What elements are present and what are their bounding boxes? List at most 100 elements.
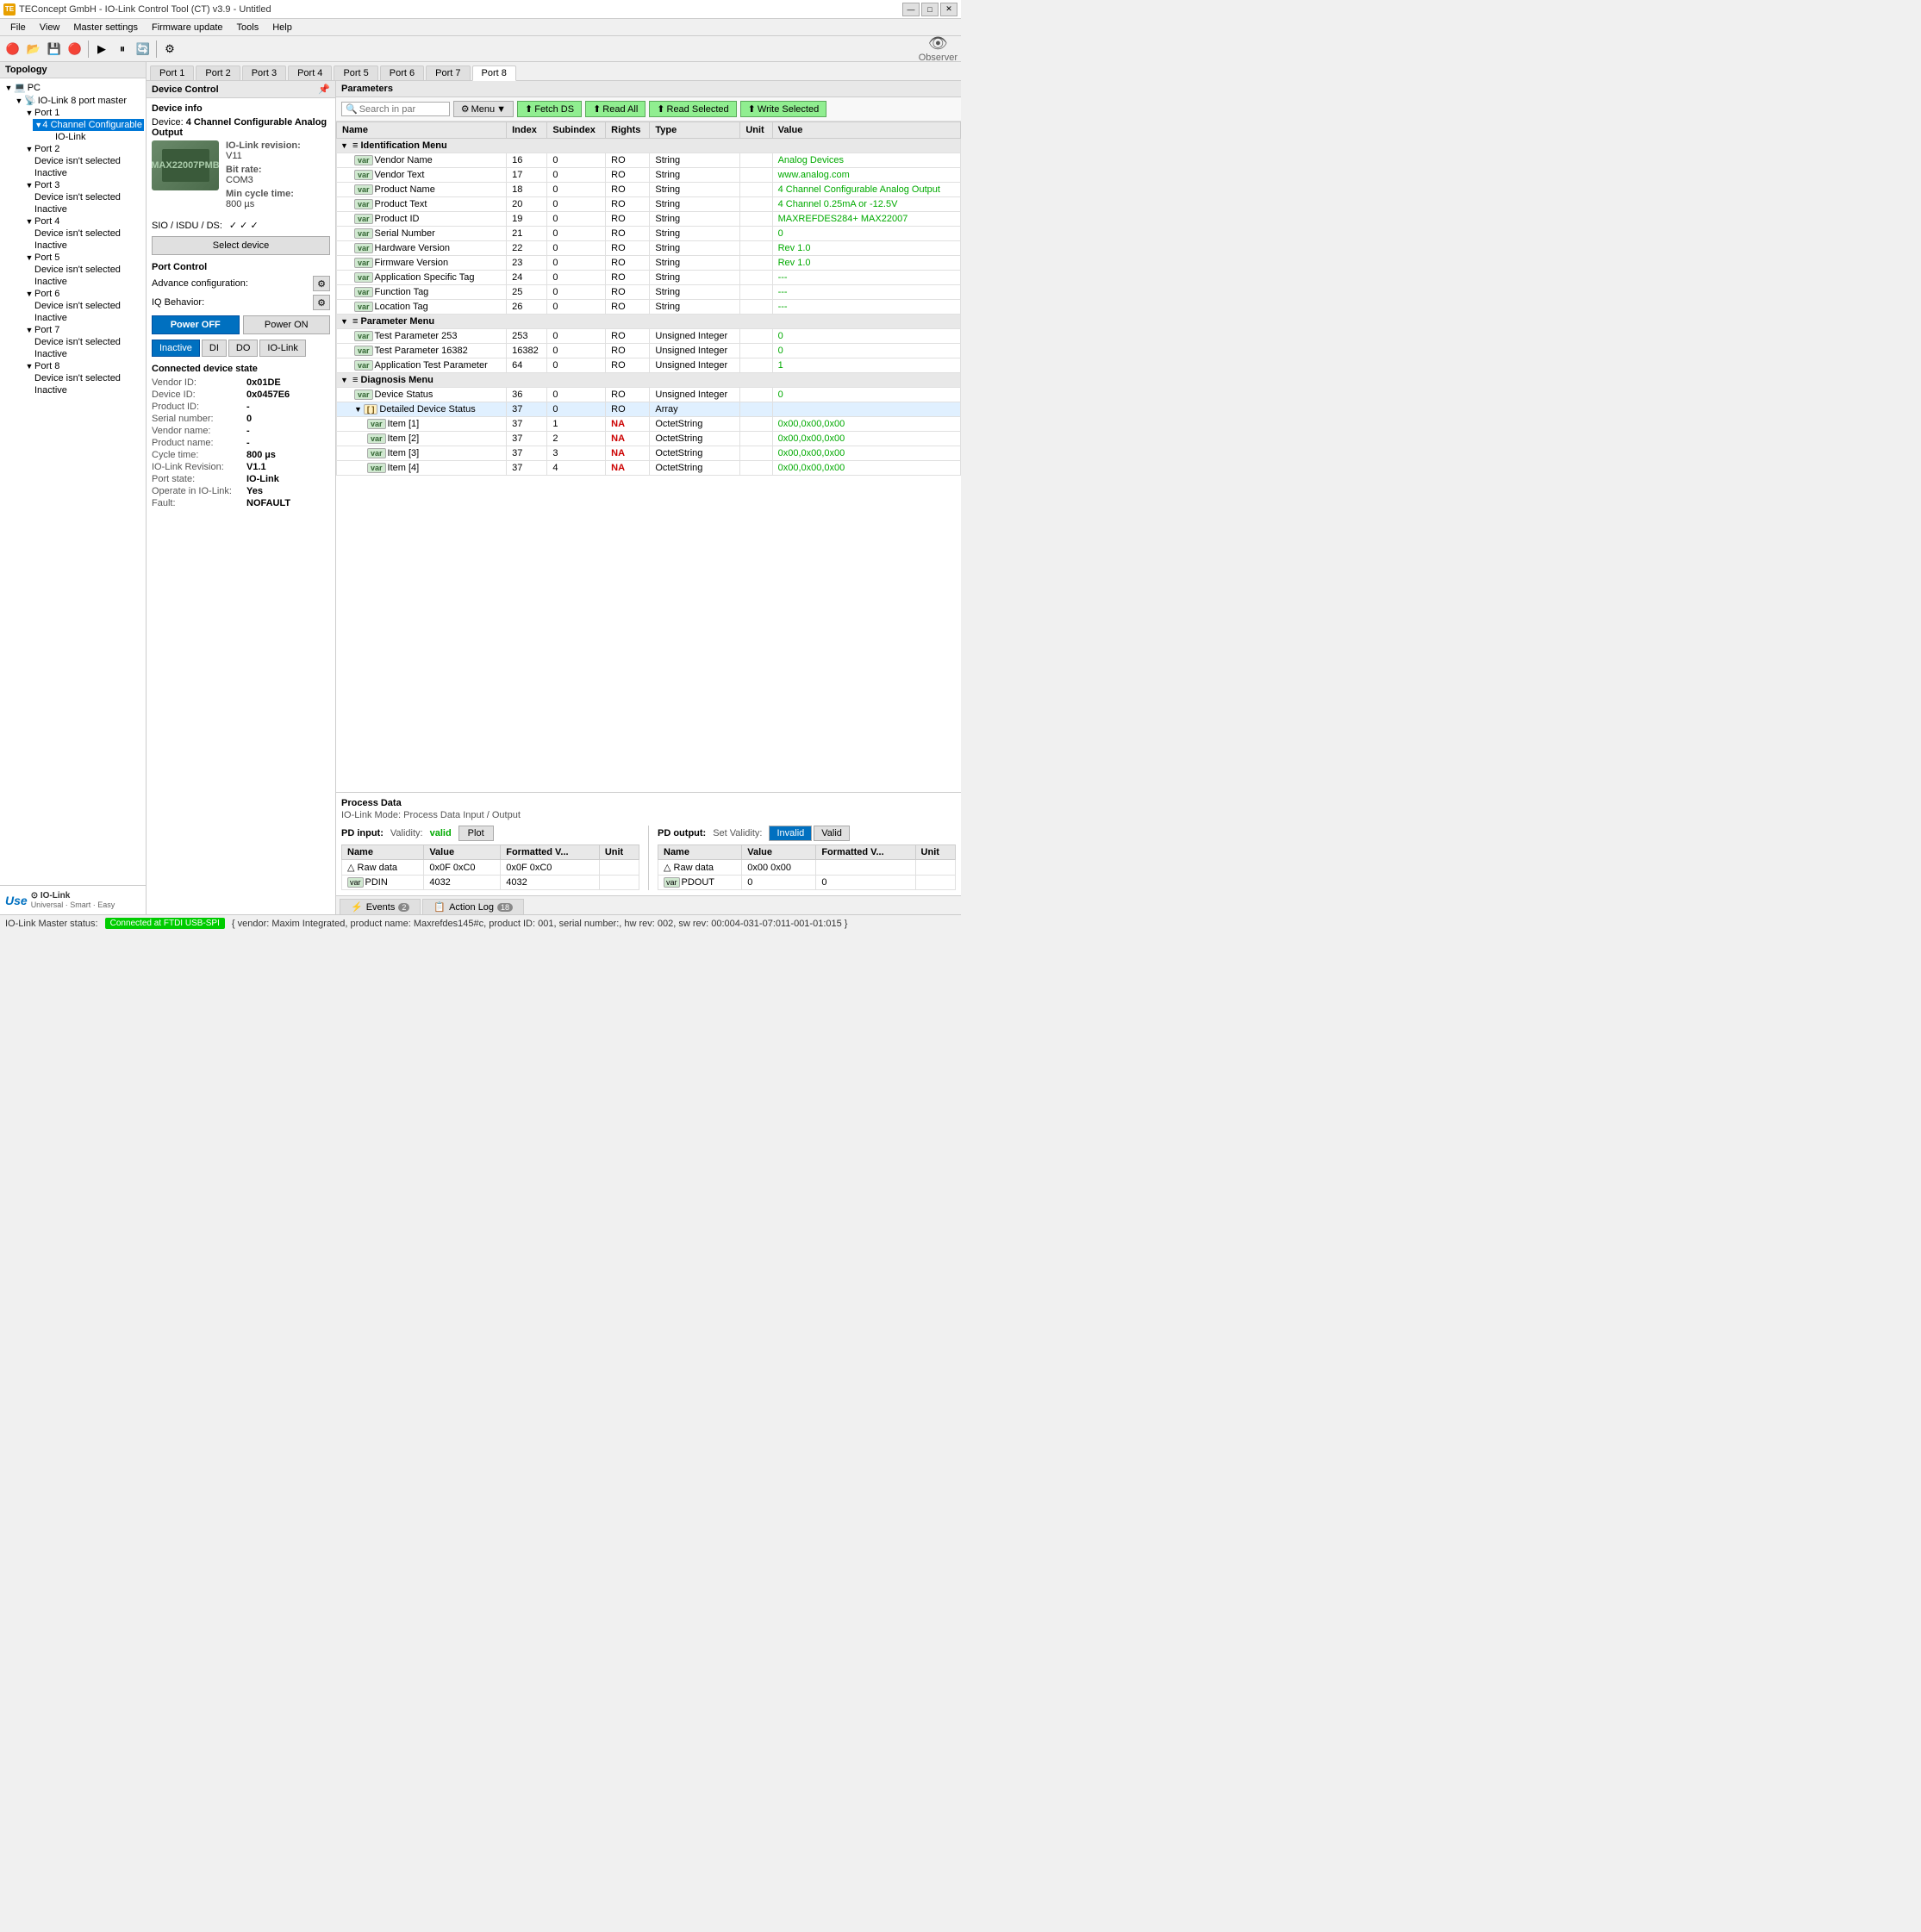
write-selected-button[interactable]: ⬆ Write Selected [740,101,827,117]
toolbar-save-btn[interactable]: 💾 [45,40,64,59]
tree-item-iolink1[interactable]: IO-Link [43,131,144,143]
read-selected-button[interactable]: ⬆ Read Selected [649,101,736,117]
menu-button[interactable]: ⚙ Menu ▼ [453,101,514,117]
power-off-button[interactable]: Power OFF [152,315,240,334]
tree-item-device6[interactable]: Device isn't selected [33,300,144,312]
menu-help[interactable]: Help [265,21,299,34]
cell-function-tag-unit [740,285,772,300]
expand-diagnosis[interactable]: ▼ [340,376,348,384]
tree-toggle-port7[interactable]: ▼ [24,326,34,334]
tree-item-port3[interactable]: ▼ Port 3 [22,179,144,191]
expand-identification[interactable]: ▼ [340,141,348,150]
tree-toggle-port4[interactable]: ▼ [24,217,34,226]
expand-parameter[interactable]: ▼ [340,317,348,326]
tree-toggle-port8[interactable]: ▼ [24,362,34,371]
bottom-tab-events[interactable]: ⚡ Events 2 [340,899,421,914]
conn-vendor-id-val: 0x01DE [246,377,281,388]
dc-header-pin-icon[interactable]: 📌 [318,84,330,95]
tree-toggle-device1[interactable]: ▼ [34,121,42,129]
toolbar-open-btn[interactable]: 📂 [24,40,43,59]
cell-item4-type: OctetString [650,461,740,476]
port-tab-7[interactable]: Port 7 [426,65,470,80]
pd-input-pdin-name: varPDIN [342,876,424,890]
menu-firmware-update[interactable]: Firmware update [145,21,230,34]
tree-toggle-port2[interactable]: ▼ [24,145,34,153]
tree-toggle-port3[interactable]: ▼ [24,181,34,190]
tree-item-device7[interactable]: Device isn't selected [33,336,144,348]
expand-dds[interactable]: ▼ [354,405,362,414]
col-type: Type [650,122,740,139]
tree-item-port6[interactable]: ▼ Port 6 [22,288,144,300]
tree-item-port4[interactable]: ▼ Port 4 [22,215,144,227]
tree-item-port7[interactable]: ▼ Port 7 [22,324,144,336]
state-tab-iolink[interactable]: IO-Link [259,340,305,357]
tree-children-port4: Device isn't selected Inactive [33,227,144,252]
pd-input-col-value: Value [424,845,501,860]
toolbar-refresh-btn[interactable]: 🔄 [134,40,153,59]
tree-toggle-port1[interactable]: ▼ [24,109,34,117]
tree-item-device3[interactable]: Device isn't selected [33,191,144,203]
port-tab-5[interactable]: Port 5 [334,65,377,80]
tree-item-port5[interactable]: ▼ Port 5 [22,252,144,264]
tree-item-port2[interactable]: ▼ Port 2 [22,143,144,155]
pd-invalid-button[interactable]: Invalid [769,826,812,841]
tree-item-port1[interactable]: ▼ Port 1 [22,107,144,119]
search-box[interactable]: 🔍 [341,102,450,116]
tree-item-inactive2[interactable]: Inactive [33,167,144,179]
toolbar-new-btn[interactable]: 🔴 [3,40,22,59]
col-value: Value [772,122,960,139]
tree-item-inactive3[interactable]: Inactive [33,203,144,215]
tree-item-pc[interactable]: ▼ 💻 PC [2,81,144,94]
tree-item-device5[interactable]: Device isn't selected [33,264,144,276]
adv-config-gear-button[interactable]: ⚙ [313,276,330,291]
tree-item-device1[interactable]: ▼ 4 Channel Configurable [33,119,144,131]
menu-view[interactable]: View [33,21,67,34]
tree-item-inactive6[interactable]: Inactive [33,312,144,324]
port-tab-6[interactable]: Port 6 [380,65,424,80]
tree-item-device4[interactable]: Device isn't selected [33,227,144,240]
cell-hw-version-rights: RO [606,241,650,256]
pd-plot-button[interactable]: Plot [458,826,494,841]
toolbar-pause-btn[interactable]: ⏸ [113,40,132,59]
port-tab-2[interactable]: Port 2 [196,65,240,80]
tree-toggle-port6[interactable]: ▼ [24,290,34,298]
menu-master-settings[interactable]: Master settings [66,21,145,34]
tree-item-port8[interactable]: ▼ Port 8 [22,360,144,372]
fetch-ds-button[interactable]: ⬆ Fetch DS [517,101,582,117]
read-all-button[interactable]: ⬆ Read All [585,101,646,117]
port-tab-8[interactable]: Port 8 [472,65,516,81]
state-tab-di[interactable]: DI [202,340,227,357]
power-on-button[interactable]: Power ON [243,315,331,334]
minimize-button[interactable]: — [902,3,920,16]
toolbar-settings-btn[interactable]: ⚙ [160,40,179,59]
tree-item-inactive7[interactable]: Inactive [33,348,144,360]
tree-item-inactive8[interactable]: Inactive [33,384,144,396]
port-tab-3[interactable]: Port 3 [242,65,286,80]
tree-toggle-port5[interactable]: ▼ [24,253,34,262]
tree-item-master[interactable]: ▼ 📡 IO-Link 8 port master [12,94,144,107]
toolbar-stop-btn[interactable]: 🔴 [65,40,84,59]
toolbar-play-btn[interactable]: ▶ [92,40,111,59]
conn-operate-val: Yes [246,486,263,496]
pd-valid-button[interactable]: Valid [814,826,850,841]
port-tab-1[interactable]: Port 1 [150,65,194,80]
tree-toggle-pc[interactable]: ▼ [3,84,14,92]
state-tab-inactive[interactable]: Inactive [152,340,200,357]
state-tab-do[interactable]: DO [228,340,259,357]
close-button[interactable]: ✕ [940,3,957,16]
maximize-button[interactable]: □ [921,3,939,16]
iq-behavior-gear-button[interactable]: ⚙ [313,295,330,310]
select-device-button[interactable]: Select device [152,236,330,255]
port-tab-4[interactable]: Port 4 [288,65,332,80]
menu-file[interactable]: File [3,21,33,34]
tree-item-device2[interactable]: Device isn't selected [33,155,144,167]
tree-item-inactive4[interactable]: Inactive [33,240,144,252]
tree-item-inactive5[interactable]: Inactive [33,276,144,288]
device-info-label: Device info [152,103,330,114]
tree-toggle-master[interactable]: ▼ [14,97,24,105]
search-input[interactable] [359,104,446,115]
tree-item-device8[interactable]: Device isn't selected [33,372,144,384]
cell-ds-rights: RO [606,388,650,402]
bottom-tab-action-log[interactable]: 📋 Action Log 18 [422,899,524,914]
menu-tools[interactable]: Tools [230,21,266,34]
